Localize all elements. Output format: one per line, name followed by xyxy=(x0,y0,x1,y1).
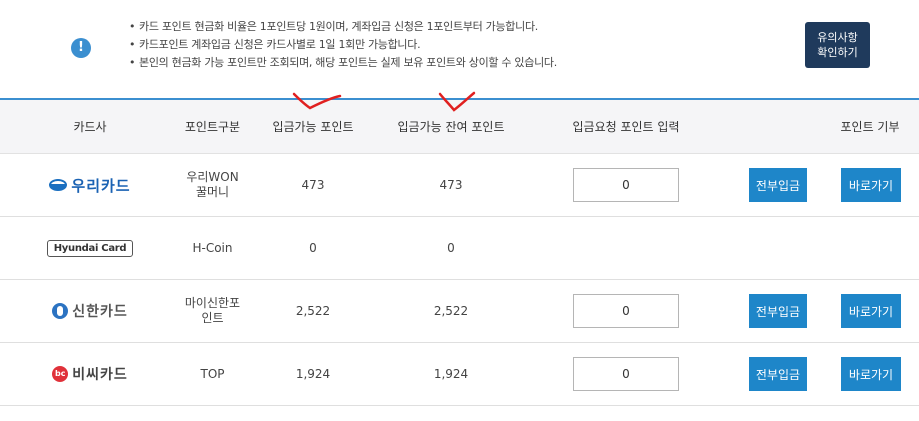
header-balance: 입금가능 잔여 포인트 xyxy=(397,120,505,134)
hyundai-card-logo: Hyundai Card xyxy=(46,239,134,257)
point-type: 우리WON 꿀머니 xyxy=(186,170,239,199)
notice-section: ! 카드 포인트 현금화 비율은 1포인트당 1원이며, 계좌입금 신청은 1포… xyxy=(0,0,919,98)
bc-card-logo: bc 비씨카드 xyxy=(52,364,128,384)
woori-logo-icon xyxy=(49,179,68,191)
point-request-input[interactable] xyxy=(573,294,679,328)
balance-points: 2,522 xyxy=(433,304,469,318)
notice-button-label-1: 유의사항 xyxy=(817,31,858,44)
point-request-input[interactable] xyxy=(573,357,679,391)
shortcut-cell: 바로가기 xyxy=(840,154,902,216)
table-header: 카드사 포인트구분 입금가능 포인트 입금가능 잔여 포인트 입금요청 포인트 … xyxy=(0,98,919,154)
balance-points: 1,924 xyxy=(433,367,469,381)
header-type: 포인트구분 xyxy=(184,120,241,134)
go-shortcut-button[interactable]: 바로가기 xyxy=(841,357,901,391)
table-row: 신한카드 마이신한포 인트 2,522 2,522 전부입금 바로가기 xyxy=(0,280,919,343)
points-table: 카드사 포인트구분 입금가능 포인트 입금가능 잔여 포인트 입금요청 포인트 … xyxy=(0,98,919,406)
available-points: 473 xyxy=(301,178,325,192)
card-logo-cell: bc 비씨카드 xyxy=(30,343,150,405)
request-cell xyxy=(572,154,680,216)
header-card: 카드사 xyxy=(73,120,107,134)
deposit-all-cell: 전부입금 xyxy=(748,154,808,216)
notice-line: 카드 포인트 현금화 비율은 1포인트당 1원이며, 계좌입금 신청은 1포인트… xyxy=(129,18,557,36)
balance-points: 473 xyxy=(439,178,463,192)
table-row: Hyundai Card H-Coin 0 0 xyxy=(0,217,919,280)
header-donate: 포인트 기부 xyxy=(840,120,900,134)
notice-list: 카드 포인트 현금화 비율은 1포인트당 1원이며, 계좌입금 신청은 1포인트… xyxy=(129,18,557,72)
available-points: 1,924 xyxy=(295,367,331,381)
header-request: 입금요청 포인트 입력 xyxy=(572,120,680,134)
point-type: TOP xyxy=(200,367,225,381)
bc-logo-icon: bc xyxy=(52,366,69,382)
deposit-all-cell: 전부입금 xyxy=(748,280,808,342)
go-shortcut-button[interactable]: 바로가기 xyxy=(841,294,901,328)
point-type: 마이신한포 인트 xyxy=(184,296,241,325)
deposit-all-button[interactable]: 전부입금 xyxy=(749,168,807,202)
request-cell xyxy=(572,343,680,405)
go-shortcut-button[interactable]: 바로가기 xyxy=(841,168,901,202)
table-row: 우리카드 우리WON 꿀머니 473 473 전부입금 바로가기 xyxy=(0,154,919,217)
shortcut-cell: 바로가기 xyxy=(840,343,902,405)
header-available: 입금가능 포인트 xyxy=(272,120,354,134)
request-cell xyxy=(572,280,680,342)
notice-line: 카드포인트 계좌입금 신청은 카드사별로 1일 1회만 가능합니다. xyxy=(129,36,557,54)
point-type: H-Coin xyxy=(192,241,233,255)
shortcut-cell: 바로가기 xyxy=(840,280,902,342)
notice-button-label-2: 확인하기 xyxy=(817,46,858,59)
card-logo-cell: 우리카드 xyxy=(30,154,150,216)
table-row: bc 비씨카드 TOP 1,924 1,924 전부입금 바로가기 xyxy=(0,343,919,406)
shinhan-logo-icon xyxy=(52,303,69,319)
balance-points: 0 xyxy=(447,241,455,255)
notice-confirm-button[interactable]: 유의사항 확인하기 xyxy=(805,22,870,68)
deposit-all-cell: 전부입금 xyxy=(748,343,808,405)
card-logo-cell: 신한카드 xyxy=(30,280,150,342)
exclamation-icon: ! xyxy=(71,38,91,58)
deposit-all-button[interactable]: 전부입금 xyxy=(749,357,807,391)
shinhan-card-logo: 신한카드 xyxy=(52,301,128,321)
notice-line: 본인의 현금화 가능 포인트만 조회되며, 해당 포인트는 실제 보유 포인트와… xyxy=(129,54,557,72)
available-points: 2,522 xyxy=(295,304,331,318)
point-request-input[interactable] xyxy=(573,168,679,202)
deposit-all-button[interactable]: 전부입금 xyxy=(749,294,807,328)
woori-card-logo: 우리카드 xyxy=(49,175,130,196)
available-points: 0 xyxy=(309,241,317,255)
card-logo-cell: Hyundai Card xyxy=(30,217,150,279)
